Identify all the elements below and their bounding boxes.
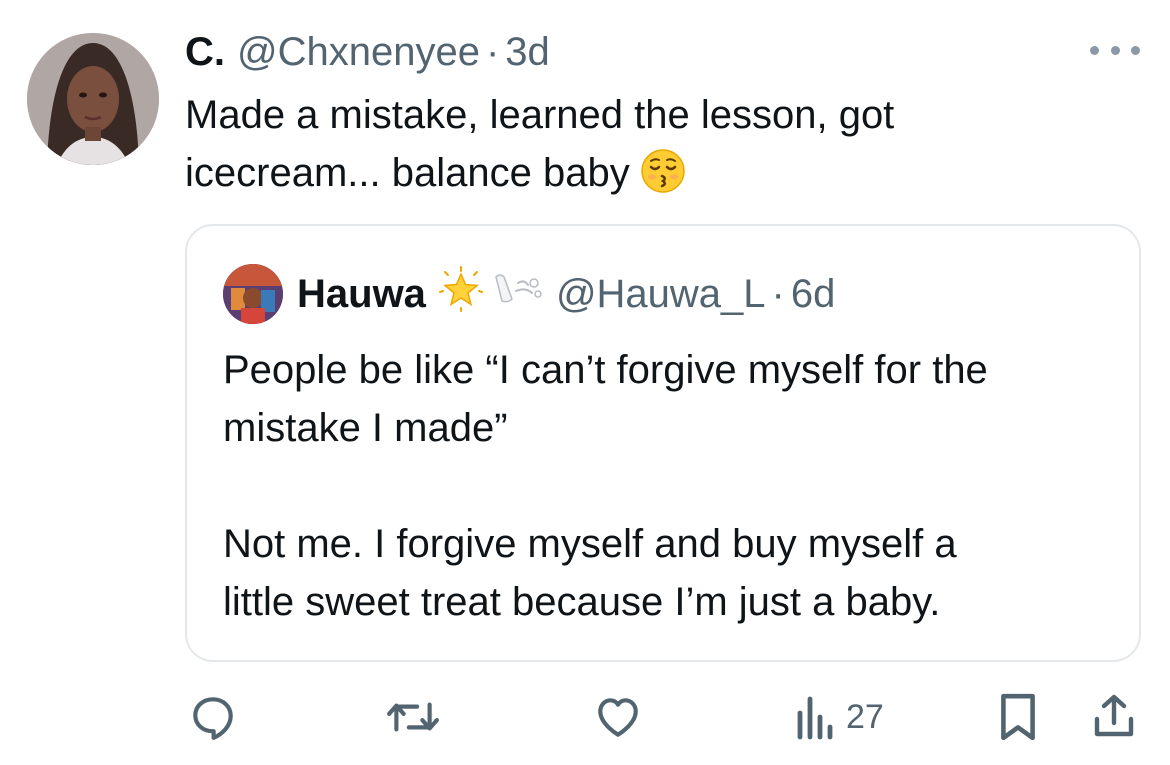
author-avatar[interactable] xyxy=(27,33,159,165)
header-separator: · xyxy=(485,29,500,74)
like-icon xyxy=(598,698,638,737)
views-count: 27 xyxy=(846,697,884,736)
quoted-text-line: mistake I made” xyxy=(223,406,508,450)
tweet-text-line: Made a mistake, learned the lesson, got xyxy=(185,93,895,137)
reply-button[interactable] xyxy=(188,690,238,744)
tweet-text-line-content: icecream... balance baby xyxy=(185,151,630,195)
quoted-text-line: little sweet treat because I’m just a ba… xyxy=(223,580,941,624)
author-display-name[interactable]: C. xyxy=(185,30,225,75)
quoted-author-avatar[interactable] xyxy=(223,264,283,324)
quoted-tweet-header: Hauwa @Hauwa_L · 6d xyxy=(297,266,836,322)
more-options-button[interactable] xyxy=(1090,40,1140,60)
more-dot-icon xyxy=(1090,45,1099,55)
share-icon xyxy=(1094,694,1134,737)
share-button[interactable] xyxy=(1090,690,1138,744)
more-dot-icon xyxy=(1110,45,1120,55)
retweet-button[interactable] xyxy=(386,690,440,744)
quoted-author-display-name[interactable]: Hauwa xyxy=(297,272,426,317)
tweet-timestamp[interactable]: 3d xyxy=(505,30,550,75)
quoted-tweet-card[interactable]: Hauwa @Hauwa_L · 6d People be like “I ca… xyxy=(185,224,1141,662)
quoted-text-line: People be like “I can’t forgive myself f… xyxy=(223,348,988,392)
more-dot-icon xyxy=(1131,45,1140,55)
tweet-text: Made a mistake, learned the lesson, got … xyxy=(185,86,1085,210)
retweet-icon xyxy=(387,702,439,732)
bookmark-icon xyxy=(1001,693,1035,741)
quoted-paragraph: Not me. I forgive myself and buy myself … xyxy=(223,515,1113,631)
views-icon xyxy=(797,696,833,740)
tweet-header: C. @Chxnenyee · 3d xyxy=(185,28,550,76)
quoted-author-handle[interactable]: @Hauwa_L xyxy=(556,272,766,317)
quoted-header-separator: · xyxy=(771,271,785,316)
views-button[interactable]: 27 xyxy=(794,690,884,744)
glowing-star-emoji-icon xyxy=(438,266,484,322)
reply-icon xyxy=(193,697,233,740)
tweet-action-bar: 27 xyxy=(0,690,1170,750)
kissing-face-emoji-icon xyxy=(640,148,686,210)
tweet-text-line: icecream... balance baby xyxy=(185,144,1085,210)
dashing-away-emoji-icon xyxy=(490,269,546,319)
quoted-paragraph: People be like “I can’t forgive myself f… xyxy=(223,341,1113,457)
author-handle[interactable]: @Chxnenyee xyxy=(237,30,480,75)
like-button[interactable] xyxy=(592,690,644,744)
quoted-tweet-timestamp[interactable]: 6d xyxy=(791,272,836,317)
bookmark-button[interactable] xyxy=(996,690,1040,744)
quoted-tweet-text: People be like “I can’t forgive myself f… xyxy=(223,341,1113,631)
quoted-text-line: Not me. I forgive myself and buy myself … xyxy=(223,522,957,566)
